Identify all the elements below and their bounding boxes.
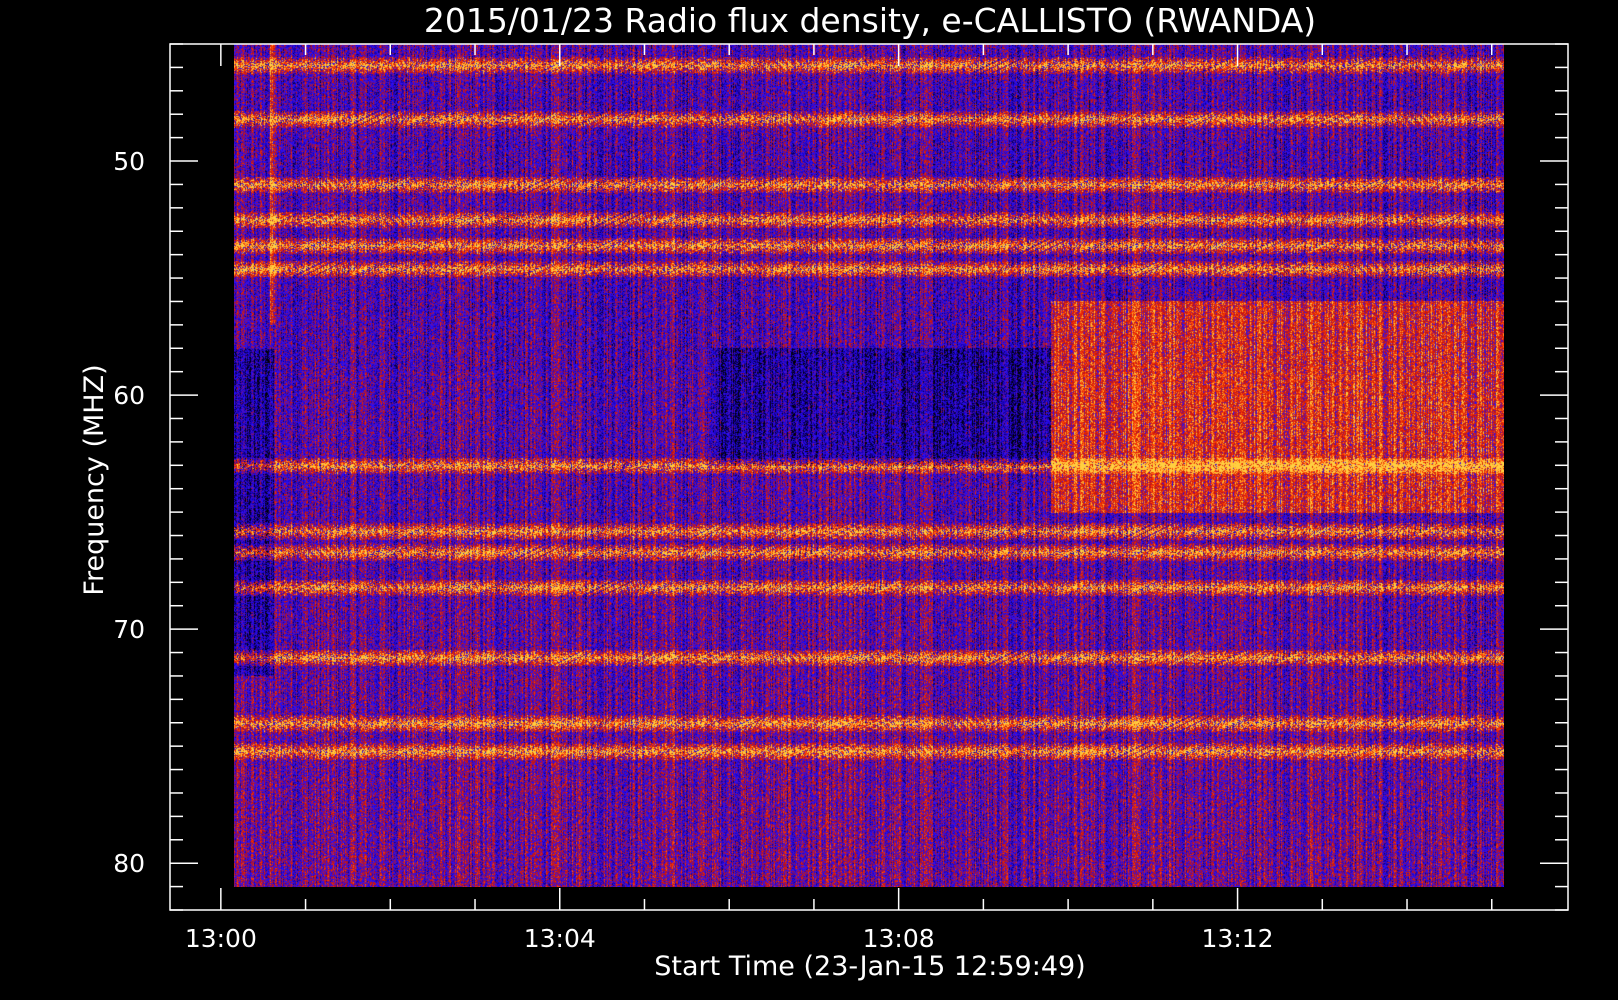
chart-title: 2015/01/23 Radio flux density, e-CALLIST… — [424, 1, 1316, 40]
heatmap-raster — [234, 44, 1504, 887]
y-axis-title: Frequency (MHZ) — [79, 364, 110, 595]
x-tick-label: 13:00 — [185, 924, 257, 953]
y-tick-label: 60 — [113, 381, 145, 410]
x-axis-title: Start Time (23-Jan-15 12:59:49) — [654, 951, 1085, 982]
spectrogram-chart: 2015/01/23 Radio flux density, e-CALLIST… — [79, 1, 1569, 982]
x-tick-label: 13:12 — [1202, 924, 1274, 953]
y-tick-label: 70 — [113, 615, 145, 644]
heatmap-image — [234, 44, 1504, 887]
spectrogram-figure: 2015/01/23 Radio flux density, e-CALLIST… — [0, 0, 1618, 1000]
y-tick-label: 80 — [113, 849, 145, 878]
y-tick-label: 50 — [113, 147, 145, 176]
x-tick-label: 13:08 — [863, 924, 935, 953]
x-tick-label: 13:04 — [524, 924, 596, 953]
